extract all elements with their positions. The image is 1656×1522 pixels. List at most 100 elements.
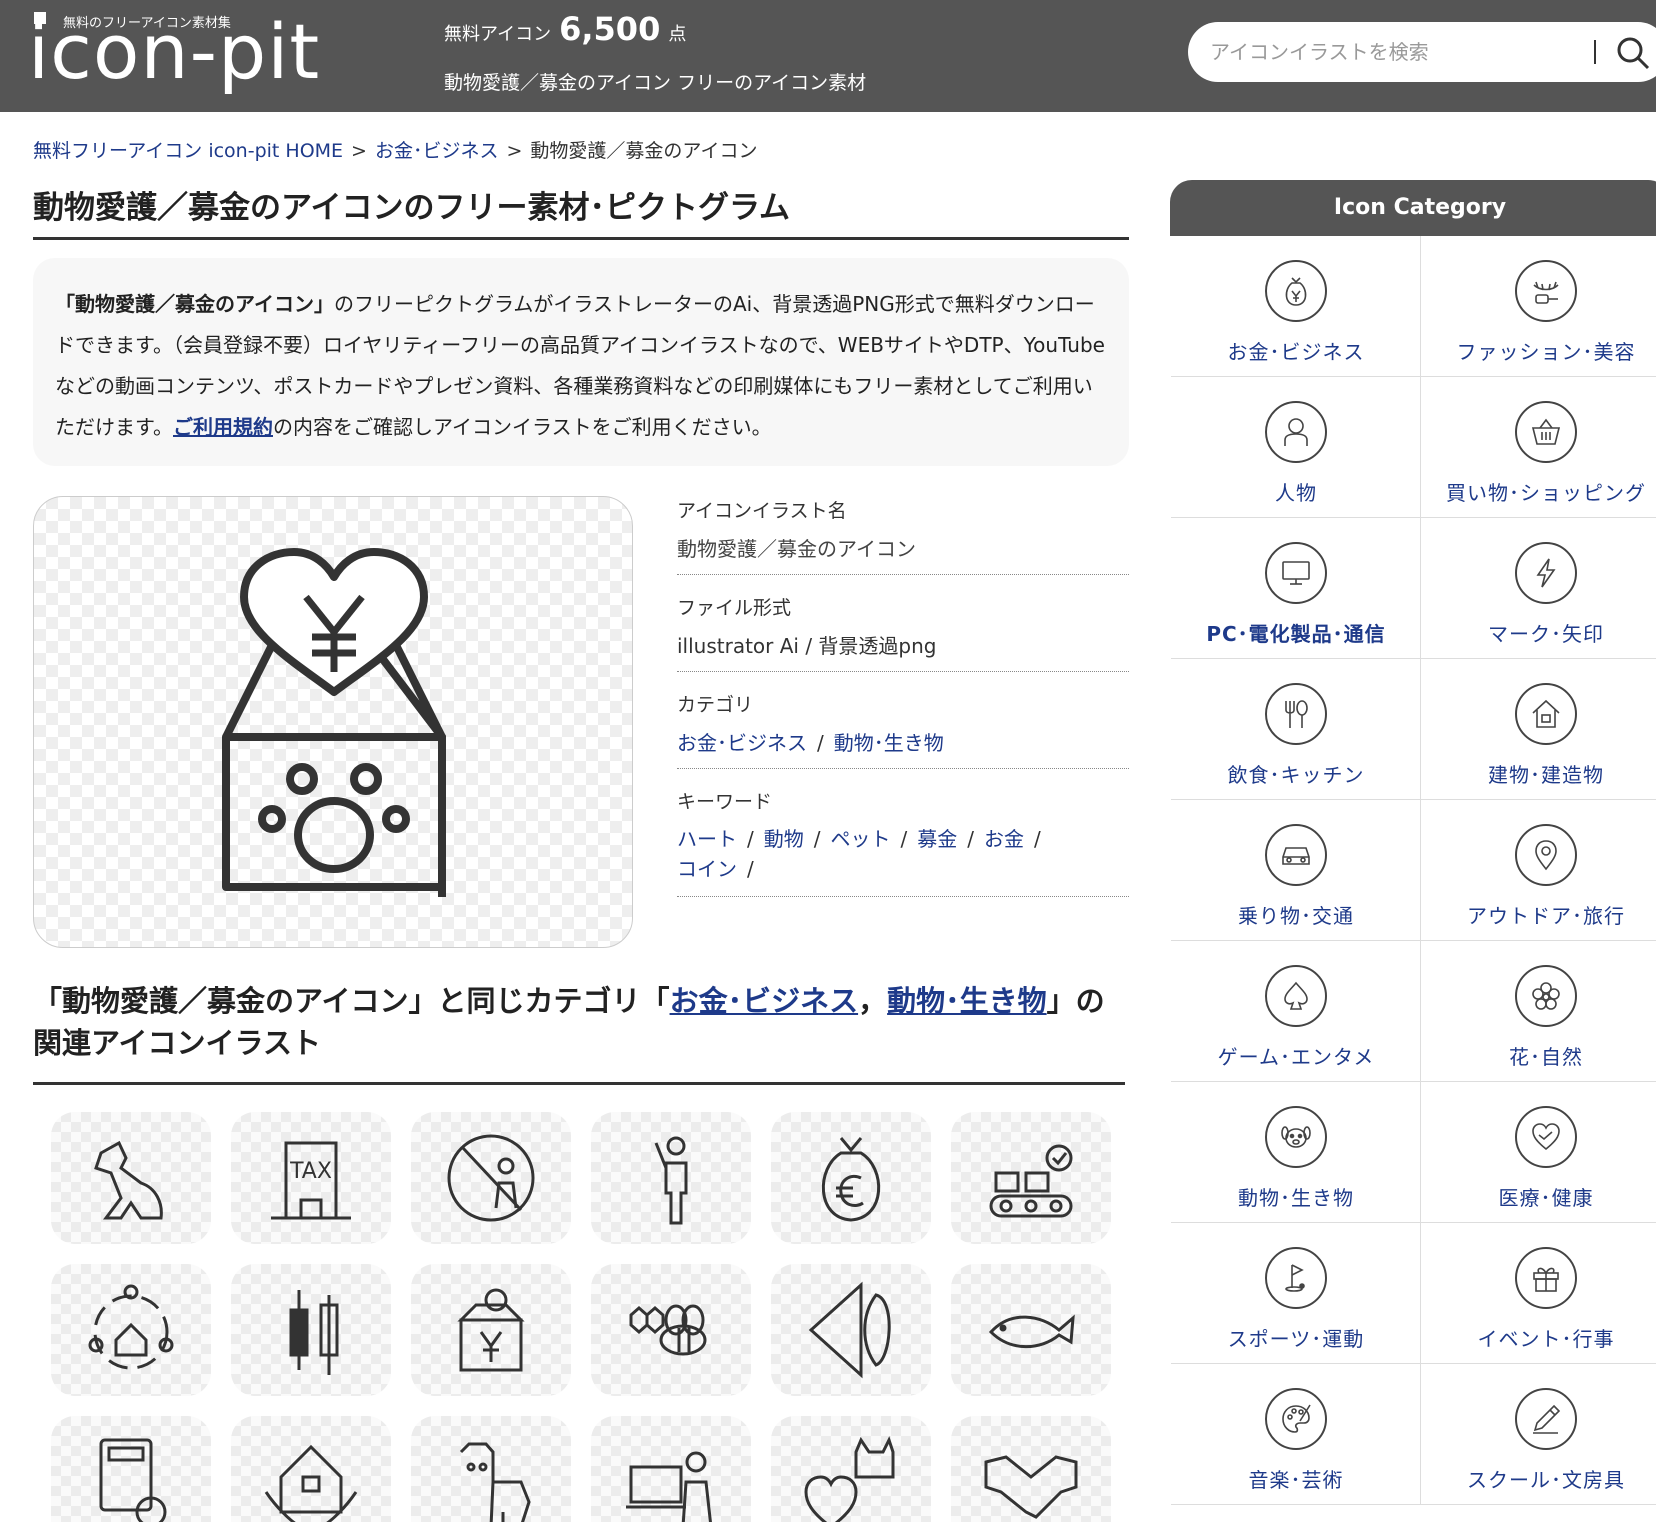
related-icon-tile[interactable] [951, 1264, 1111, 1396]
category-label: イベント･行事 [1477, 1327, 1615, 1351]
category-label: 乗り物･交通 [1238, 904, 1354, 928]
category-item-medical[interactable]: 医療･健康 [1421, 1082, 1656, 1223]
category-item-event[interactable]: イベント･行事 [1421, 1223, 1656, 1364]
category-item-money[interactable]: お金･ビジネス [1171, 236, 1421, 377]
info-keyword-links: ハート / 動物 / ペット / 募金 / お金 / コイン / [677, 824, 1129, 884]
category-item-outdoor[interactable]: アウトドア･旅行 [1421, 800, 1656, 941]
category-label: マーク･矢印 [1488, 622, 1604, 646]
heart-hands-icon [1515, 1106, 1577, 1168]
category-item-nature[interactable]: 花･自然 [1421, 941, 1656, 1082]
description-icon-name: 「動物愛護／募金のアイコン」 [55, 292, 334, 316]
related-icon-tile[interactable] [771, 1264, 931, 1396]
category-link[interactable]: お金･ビジネス [677, 731, 807, 755]
icon-info: アイコンイラスト名 動物愛護／募金のアイコン ファイル形式 illustrato… [677, 496, 1129, 915]
category-label: 建物･建造物 [1488, 763, 1604, 787]
category-label: スポーツ･運動 [1227, 1327, 1365, 1351]
fork-spoon-icon [1265, 683, 1327, 745]
category-item-pc[interactable]: PC･電化製品･通信 [1171, 518, 1421, 659]
keyword-link[interactable]: コイン [677, 857, 737, 881]
money-bag-icon [1265, 260, 1327, 322]
site-logo[interactable]: icon-pit [28, 14, 320, 90]
category-item-person[interactable]: 人物 [1171, 377, 1421, 518]
related-icon-tile[interactable] [51, 1264, 211, 1396]
person-pointing-icon [654, 1136, 688, 1225]
keyword-link[interactable]: 動物 [764, 827, 804, 851]
house-icon [1515, 683, 1577, 745]
car-icon [1265, 824, 1327, 886]
related-icon-tile[interactable] [411, 1264, 571, 1396]
category-label: 人物 [1275, 481, 1317, 505]
category-label: スクール･文房具 [1467, 1468, 1625, 1492]
icon-count: 無料アイコン 6,500 点 [444, 10, 686, 48]
palette-icon [1265, 1388, 1327, 1450]
description-box: 「動物愛護／募金のアイコン」のフリーピクトグラムがイラストレーターのAi、背景透… [33, 258, 1129, 466]
category-label: アウトドア･旅行 [1467, 904, 1625, 928]
related-category-link[interactable]: 動物･生き物 [887, 984, 1047, 1018]
category-item-building[interactable]: 建物･建造物 [1421, 659, 1656, 800]
related-icon-tile[interactable] [51, 1112, 211, 1244]
related-icon-tile[interactable] [231, 1416, 391, 1522]
related-icon-tile[interactable] [591, 1112, 751, 1244]
breadcrumb-separator: > [351, 140, 367, 162]
horse-icon [459, 1442, 531, 1522]
related-icon-tile[interactable] [771, 1416, 931, 1522]
search-divider [1594, 40, 1596, 64]
terms-link[interactable]: ご利用規約 [173, 415, 273, 439]
info-name-value: 動物愛護／募金のアイコン [677, 537, 916, 561]
slash-separator: / [1034, 827, 1041, 851]
category-item-vehicle[interactable]: 乗り物･交通 [1171, 800, 1421, 941]
category-item-sports[interactable]: スポーツ･運動 [1171, 1223, 1421, 1364]
handshake-icon [984, 1455, 1078, 1519]
breadcrumb-category[interactable]: お金･ビジネス [375, 140, 499, 162]
no-poaching-icon [447, 1134, 535, 1222]
category-item-mark[interactable]: マーク･矢印 [1421, 518, 1656, 659]
keyword-link[interactable]: 募金 [917, 827, 957, 851]
related-icon-tile[interactable] [411, 1416, 571, 1522]
keyword-link[interactable]: ペット [831, 827, 891, 851]
slash-separator: / [817, 731, 824, 755]
breadcrumb-separator: > [506, 140, 523, 162]
category-item-fashion[interactable]: ファッション･美容 [1421, 236, 1656, 377]
slash-separator: / [747, 827, 754, 851]
euro-money-bag-icon [821, 1137, 881, 1222]
related-icon-tile[interactable] [951, 1112, 1111, 1244]
related-icon-tile[interactable] [51, 1416, 211, 1522]
cat-medical-icon [804, 1436, 895, 1522]
keyword-link[interactable]: ハート [677, 827, 737, 851]
category-label: 動物･生き物 [1238, 1186, 1354, 1210]
category-label: 飲食･キッチン [1227, 763, 1365, 787]
category-item-animal[interactable]: 動物･生き物 [1171, 1082, 1421, 1223]
info-name-label: アイコンイラスト名 [677, 500, 847, 522]
related-icon-tile[interactable] [231, 1264, 391, 1396]
category-item-music[interactable]: 音楽･芸術 [1171, 1364, 1421, 1505]
donation-box-yen-icon [457, 1288, 525, 1372]
online-meeting-icon [626, 1451, 712, 1522]
breadcrumb-home[interactable]: 無料フリーアイコン icon-pit HOME [33, 140, 343, 162]
related-icon-tile[interactable] [411, 1112, 571, 1244]
category-item-food[interactable]: 飲食･キッチン [1171, 659, 1421, 800]
keyword-link[interactable]: お金 [984, 827, 1024, 851]
related-icon-tile[interactable] [591, 1264, 751, 1396]
category-label: お金･ビジネス [1227, 340, 1365, 364]
info-keyword-label: キーワード [677, 791, 773, 813]
info-format-value: illustrator Ai / 背景透過png [677, 634, 937, 658]
search-input[interactable] [1210, 34, 1550, 70]
related-icon-tile[interactable]: TAX [231, 1112, 391, 1244]
category-label: 音楽･芸術 [1248, 1468, 1344, 1492]
related-icon-tile[interactable] [771, 1112, 931, 1244]
category-item-school[interactable]: スクール･文房具 [1421, 1364, 1656, 1505]
category-link[interactable]: 動物･生き物 [834, 731, 944, 755]
breadcrumb: 無料フリーアイコン icon-pit HOME > お金･ビジネス > 動物愛護／募金の… [33, 136, 757, 163]
category-item-shopping[interactable]: 買い物･ショッピング [1421, 377, 1656, 518]
related-icon-tile[interactable] [591, 1416, 751, 1522]
related-category-link[interactable]: お金･ビジネス [670, 984, 859, 1018]
info-keyword-row: キーワード ハート / 動物 / ペット / 募金 / お金 / コイン / [677, 787, 1129, 897]
search-icon[interactable] [1616, 36, 1650, 70]
svg-text:TAX: TAX [289, 1159, 332, 1184]
related-icon-tile[interactable] [951, 1416, 1111, 1522]
info-format-label: ファイル形式 [677, 597, 792, 619]
count-number: 6,500 [559, 10, 661, 48]
category-item-game[interactable]: ゲーム･エンタメ [1171, 941, 1421, 1082]
community-house-icon [88, 1284, 174, 1370]
category-sidebar: Icon Category お金･ビジネス ファッション･美容 人物 買い物･シ… [1170, 180, 1656, 1505]
